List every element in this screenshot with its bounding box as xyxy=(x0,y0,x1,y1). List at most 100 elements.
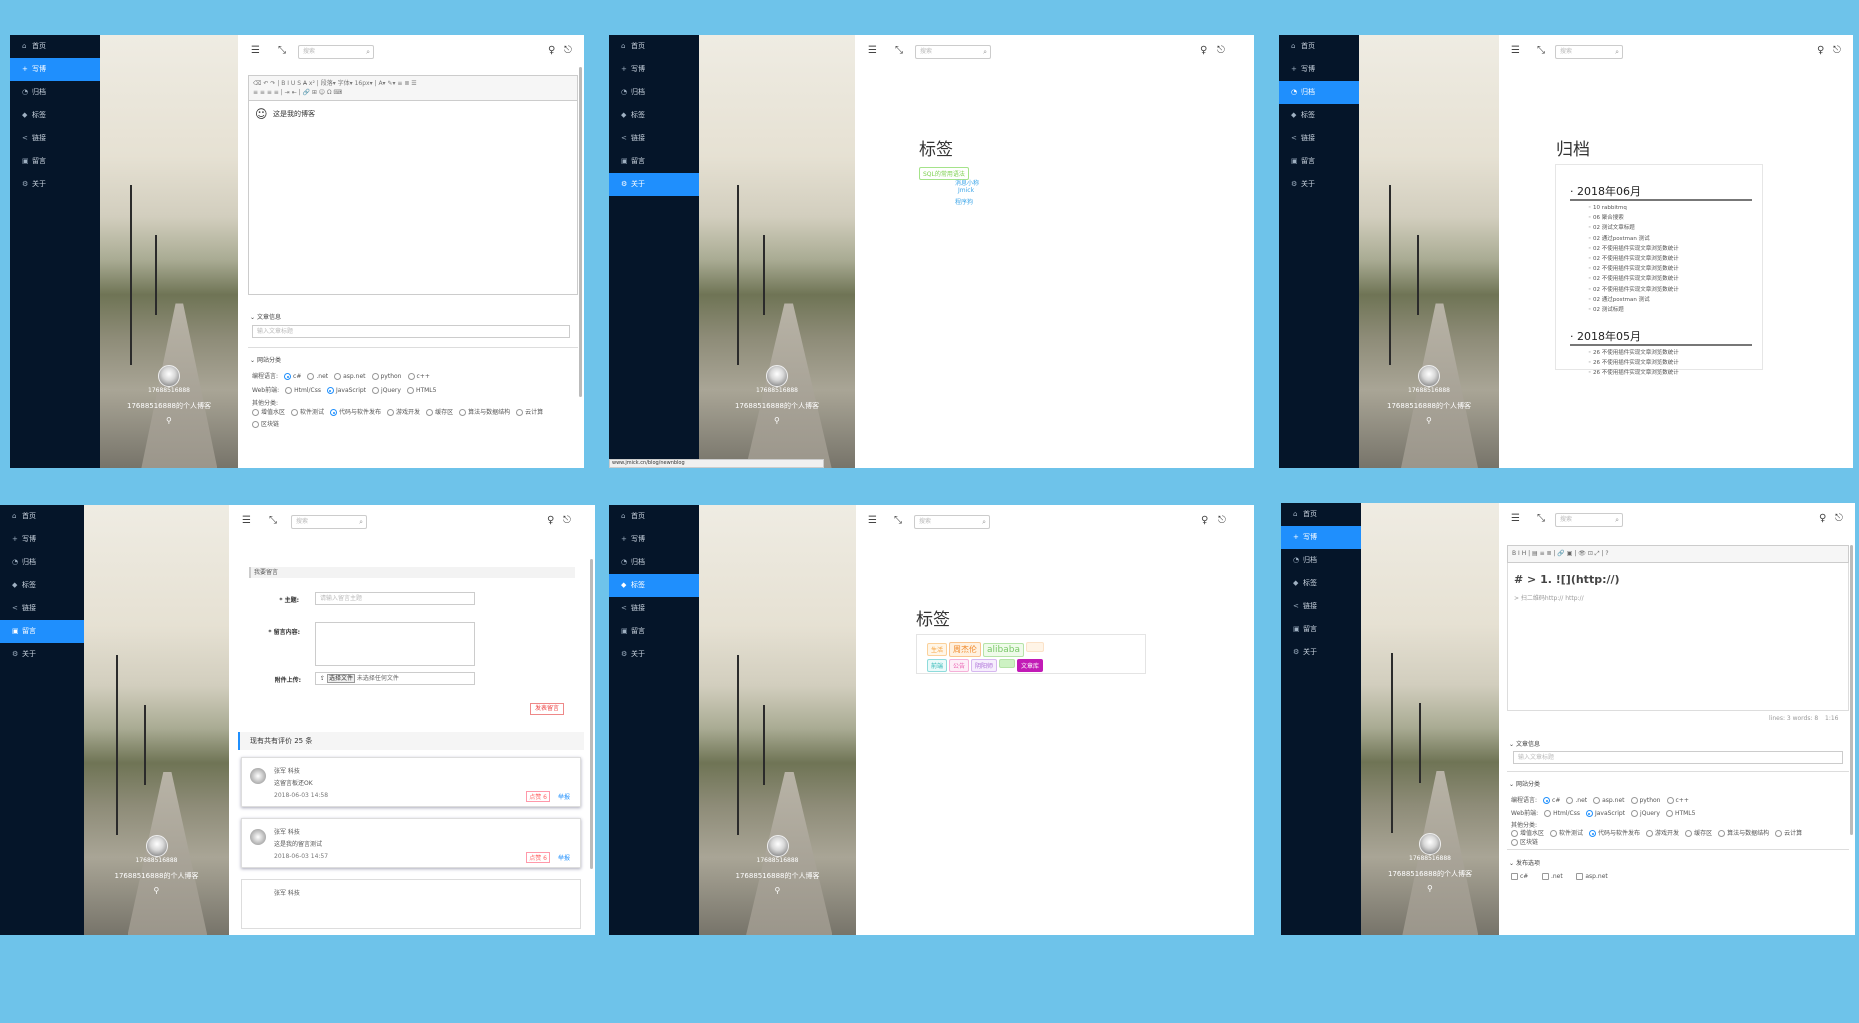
archive-item[interactable]: ◦ 26 不使用插件实现文章浏览数统计 xyxy=(1588,348,1679,358)
archive-item[interactable]: ◦ 02 不使用插件实现文章浏览数统计 xyxy=(1588,254,1679,264)
nav-message[interactable]: ▣ 留言 xyxy=(0,620,84,643)
nav-archive[interactable]: ◔ 归档 xyxy=(0,551,84,574)
subject-input[interactable]: 请输入留言主题 xyxy=(315,592,475,605)
menu-icon[interactable]: ☰ xyxy=(868,45,877,56)
collapse-icon[interactable]: ⤡ xyxy=(1537,513,1545,524)
tag-link[interactable]: Jmick xyxy=(958,187,974,194)
nav-links[interactable]: < 链接 xyxy=(0,597,84,620)
nav-message[interactable]: ▣ 留言 xyxy=(1279,150,1359,173)
nav-links[interactable]: < 链接 xyxy=(609,597,699,620)
bulb-icon[interactable]: ♀ xyxy=(1200,45,1207,56)
nav-message[interactable]: ▣ 留言 xyxy=(1281,618,1361,641)
tag-chip[interactable]: 生活 xyxy=(927,643,948,656)
collapse-icon[interactable]: ⤡ xyxy=(269,515,277,526)
archive-item[interactable]: ◦ 06 聚合搜索 xyxy=(1588,213,1679,223)
search-input[interactable]: 搜索 ⌕ xyxy=(1555,513,1623,527)
nav-about[interactable]: ⚙ 关于 xyxy=(609,643,699,666)
nav-write[interactable]: + 写博 xyxy=(1279,58,1359,81)
bulb-icon[interactable]: ♀ xyxy=(547,515,554,526)
nav-tags[interactable]: ◆ 标签 xyxy=(609,104,699,127)
archive-item[interactable]: ◦ 02 不使用插件实现文章浏览数统计 xyxy=(1588,244,1679,254)
editor-area[interactable]: ☺ 这是我的博客 xyxy=(248,101,578,295)
nav-home[interactable]: ⌂ 首页 xyxy=(0,505,84,528)
tag-chip[interactable]: 公告 xyxy=(949,659,970,672)
nav-message[interactable]: ▣ 留言 xyxy=(10,150,100,173)
nav-archive[interactable]: ◔ 归档 xyxy=(1281,549,1361,572)
nav-archive[interactable]: ◔ 归档 xyxy=(609,81,699,104)
title-input[interactable]: 输入文章标题 xyxy=(1513,751,1843,764)
like-badge[interactable]: 点赞 6 xyxy=(526,852,550,863)
tag-chip[interactable]: 前端 xyxy=(927,659,948,672)
nav-links[interactable]: < 链接 xyxy=(609,127,699,150)
search-input[interactable]: 搜索 ⌕ xyxy=(1555,45,1623,59)
tag-link[interactable]: 程序狗 xyxy=(955,197,973,206)
logout-icon[interactable]: ⎋ xyxy=(1833,45,1841,56)
nav-home[interactable]: ⌂ 首页 xyxy=(10,35,100,58)
publish-section[interactable]: ⌄ 发布选项 xyxy=(1509,858,1540,867)
nav-write[interactable]: + 写博 xyxy=(1281,526,1361,549)
tag-chip[interactable] xyxy=(999,659,1016,668)
logout-icon[interactable]: ⎋ xyxy=(563,515,571,526)
nav-tags[interactable]: ◆ 标签 xyxy=(0,574,84,597)
menu-icon[interactable]: ☰ xyxy=(868,515,877,526)
nav-links[interactable]: < 链接 xyxy=(1279,127,1359,150)
nav-message[interactable]: ▣ 留言 xyxy=(609,150,699,173)
nav-tags[interactable]: ◆ 标签 xyxy=(1279,104,1359,127)
archive-item[interactable]: ◦ 02 不使用插件实现文章浏览数统计 xyxy=(1588,285,1679,295)
archive-item[interactable]: ◦ 02 测试标题 xyxy=(1588,305,1679,315)
archive-item[interactable]: ◦ 02 不使用插件实现文章浏览数统计 xyxy=(1588,264,1679,274)
nav-links[interactable]: < 链接 xyxy=(1281,595,1361,618)
nav-message[interactable]: ▣ 留言 xyxy=(609,620,699,643)
bulb-icon[interactable]: ♀ xyxy=(1201,515,1208,526)
bulb-icon[interactable]: ♀ xyxy=(1817,45,1824,56)
archive-item[interactable]: ◦ 02 通过postman 测试 xyxy=(1588,295,1679,305)
logout-icon[interactable]: ⎋ xyxy=(1835,513,1843,524)
nav-home[interactable]: ⌂ 首页 xyxy=(1279,35,1359,58)
markdown-toolbar[interactable]: B I H | ▤ ≡ ≣ | 🔗 ▣ | 👁 ⊡ ⤢ | ? xyxy=(1507,545,1849,563)
markdown-editor[interactable]: # > 1. ![](http://) > 扫二维码http:// http:/… xyxy=(1507,563,1849,711)
nav-archive[interactable]: ◔ 归档 xyxy=(609,551,699,574)
editor-toolbar[interactable]: ⌫ ↶ ↷ | B I U S A̶ x² | 段落▾ 字体▾ 16px▾ | … xyxy=(248,75,578,101)
tag-chip[interactable]: 文章库 xyxy=(1017,659,1044,672)
reply-link[interactable]: 举报 xyxy=(558,853,570,862)
tag-link[interactable]: 消息小称 xyxy=(955,178,979,187)
submit-button[interactable]: 发表留言 xyxy=(530,703,564,715)
collapse-icon[interactable]: ⤡ xyxy=(1537,45,1545,56)
nav-tags[interactable]: ◆ 标签 xyxy=(10,104,100,127)
reply-link[interactable]: 举报 xyxy=(558,792,570,801)
scrollbar[interactable] xyxy=(590,559,593,869)
logout-icon[interactable]: ⎋ xyxy=(1217,45,1225,56)
bulb-icon[interactable]: ♀ xyxy=(1819,513,1826,524)
title-input[interactable]: 输入文章标题 xyxy=(252,325,570,338)
archive-item[interactable]: ◦ 10 rabbitmq xyxy=(1588,203,1679,213)
tag-chip[interactable]: 阴阳师 xyxy=(971,659,998,672)
menu-icon[interactable]: ☰ xyxy=(1511,45,1520,56)
nav-write[interactable]: + 写博 xyxy=(609,528,699,551)
content-textarea[interactable] xyxy=(315,622,475,666)
tag-chip[interactable]: 周杰伦 xyxy=(949,642,982,657)
archive-item[interactable]: ◦ 02 不使用插件实现文章浏览数统计 xyxy=(1588,274,1679,284)
search-input[interactable]: 搜索 ⌕ xyxy=(915,45,991,59)
archive-item[interactable]: ◦ 02 通过postman 测试 xyxy=(1588,234,1679,244)
search-input[interactable]: 搜索 ⌕ xyxy=(298,45,374,59)
menu-icon[interactable]: ☰ xyxy=(251,45,260,56)
archive-item[interactable]: ◦ 02 测试文章标题 xyxy=(1588,223,1679,233)
category-section[interactable]: ⌄ 网站分类 xyxy=(1509,779,1540,788)
scrollbar[interactable] xyxy=(579,67,582,397)
tag-chip[interactable]: alibaba xyxy=(983,643,1024,657)
nav-about[interactable]: ⚙ 关于 xyxy=(10,173,100,196)
tag-chip[interactable] xyxy=(1026,642,1044,652)
nav-tags[interactable]: ◆ 标签 xyxy=(1281,572,1361,595)
nav-about[interactable]: ⚙ 关于 xyxy=(609,173,699,196)
nav-links[interactable]: < 链接 xyxy=(10,127,100,150)
category-section[interactable]: ⌄ 网站分类 xyxy=(250,355,281,364)
nav-home[interactable]: ⌂ 首页 xyxy=(609,35,699,58)
nav-home[interactable]: ⌂ 首页 xyxy=(1281,503,1361,526)
nav-home[interactable]: ⌂ 首页 xyxy=(609,505,699,528)
like-badge[interactable]: 点赞 6 xyxy=(526,791,550,802)
article-section[interactable]: ⌄ 文章信息 xyxy=(250,312,281,321)
nav-write[interactable]: + 写博 xyxy=(10,58,100,81)
scrollbar[interactable] xyxy=(1850,545,1853,835)
nav-about[interactable]: ⚙ 关于 xyxy=(0,643,84,666)
menu-icon[interactable]: ☰ xyxy=(242,515,251,526)
